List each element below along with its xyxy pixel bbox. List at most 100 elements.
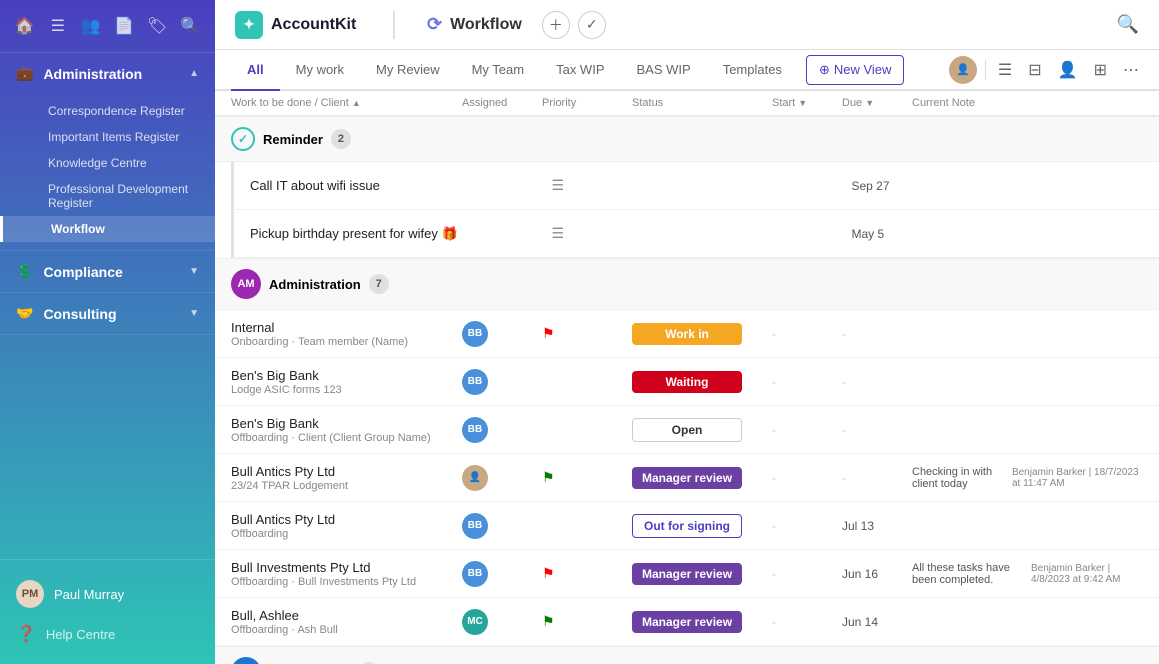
priority-cell: ⚑ [542, 613, 632, 630]
group-header-bookkeeping[interactable]: BK Bookkeeping 2 [215, 646, 1159, 664]
tab-bas-wip[interactable]: BAS WIP [621, 50, 707, 91]
table-row: Bull Antics Pty Ltd 23/24 TPAR Lodgement… [215, 454, 1159, 502]
start-cell: - [772, 375, 842, 389]
handshake-icon: 🤝 [16, 305, 33, 322]
priority-cell: ☰ [552, 177, 642, 194]
flag-green-icon-2: ⚑ [542, 613, 555, 630]
sidebar-item-knowledge-centre[interactable]: Knowledge Centre [0, 150, 215, 176]
group-label-administration: Administration [269, 277, 361, 292]
tab-all[interactable]: All [231, 50, 280, 91]
assignee-avatar: BB [462, 321, 488, 347]
document-icon[interactable]: 📄 [110, 12, 138, 40]
flag-green-icon: ⚑ [542, 469, 555, 486]
tab-my-work[interactable]: My work [280, 50, 360, 91]
group-header-administration[interactable]: AM Administration 7 [215, 258, 1159, 310]
due-cell: Jul 13 [842, 519, 912, 533]
status-cell[interactable]: Manager review [632, 563, 772, 585]
new-view-button[interactable]: ⊕ New View [806, 55, 904, 85]
sidebar-bottom: PM Paul Murray ❓ Help Centre [0, 559, 215, 664]
person-filter-icon[interactable]: 👤 [1054, 56, 1082, 84]
sidebar-section-header-compliance[interactable]: 💲 Compliance ▼ [0, 251, 215, 292]
assignee-avatar: BB [462, 513, 488, 539]
sidebar-item-professional-dev[interactable]: Professional Development Register [0, 176, 215, 216]
more-options-icon[interactable]: ⋯ [1119, 56, 1143, 84]
sidebar-item-correspondence-register[interactable]: Correspondence Register [0, 98, 215, 124]
work-name: Bull Antics Pty Ltd 23/24 TPAR Lodgement [231, 464, 462, 492]
view-toggle-icon[interactable]: ☰ [994, 56, 1016, 84]
search-button[interactable]: 🔍 [1117, 14, 1139, 35]
sidebar-section-header-consulting[interactable]: 🤝 Consulting ▼ [0, 293, 215, 334]
work-name: Ben's Big Bank Lodge ASIC forms 123 [231, 368, 462, 396]
col-assigned: Assigned [462, 97, 542, 109]
work-name: Bull Investments Pty Ltd Offboarding · B… [231, 560, 462, 588]
table-row: Call IT about wifi issue ☰ Sep 27 [231, 162, 1159, 210]
due-cell: Sep 27 [852, 179, 922, 193]
priority-cell: ⚑ [542, 325, 632, 342]
col-work[interactable]: Work to be done / Client ▲ [231, 97, 462, 109]
group-count-administration: 7 [369, 274, 389, 294]
sidebar-item-important-items[interactable]: Important Items Register [0, 124, 215, 150]
due-cell: - [842, 423, 912, 437]
list-icon[interactable]: ☰ [44, 12, 72, 40]
module-title: Workflow [450, 16, 522, 34]
start-cell: - [772, 423, 842, 437]
sidebar-top-icons: 🏠 ☰ 👥 📄 🏷 🔍 [0, 0, 215, 53]
status-badge[interactable]: Manager review [632, 611, 742, 633]
status-cell[interactable]: Open [632, 418, 772, 442]
col-due[interactable]: Due▼ [842, 97, 912, 109]
status-badge[interactable]: Waiting [632, 371, 742, 393]
work-name: Call IT about wifi issue [250, 178, 472, 193]
status-badge[interactable]: Manager review [632, 563, 742, 585]
people-icon[interactable]: 👥 [77, 12, 105, 40]
app-name: AccountKit [271, 16, 356, 34]
assignee-cell: BB [462, 417, 542, 443]
list-task-icon: ☰ [552, 177, 565, 194]
work-name: Pickup birthday present for wifey 🎁 [250, 226, 472, 242]
assignee-cell: BB [462, 561, 542, 587]
due-cell: Jun 14 [842, 615, 912, 629]
status-cell[interactable]: Out for signing [632, 514, 772, 538]
list-task-icon-2: ☰ [552, 225, 565, 242]
sidebar-section-consulting: 🤝 Consulting ▼ [0, 293, 215, 335]
status-cell[interactable]: Waiting [632, 371, 772, 393]
col-status: Status [632, 97, 772, 109]
assignee-avatar: BB [462, 417, 488, 443]
start-cell: - [772, 567, 842, 581]
tab-templates[interactable]: Templates [707, 50, 798, 91]
status-cell[interactable]: Manager review [632, 467, 772, 489]
status-cell[interactable]: Work in [632, 323, 772, 345]
status-badge[interactable]: Open [632, 418, 742, 442]
add-button[interactable]: ＋ [542, 11, 570, 39]
tab-my-team[interactable]: My Team [456, 50, 541, 91]
status-badge[interactable]: Manager review [632, 467, 742, 489]
search-icon[interactable]: 🔍 [176, 12, 204, 40]
due-cell: - [842, 327, 912, 341]
col-start[interactable]: Start▼ [772, 97, 842, 109]
reminder-label: Reminder [263, 132, 323, 147]
user-avatar-tabs: 👤 [949, 56, 977, 84]
columns-icon[interactable]: ⊞ [1090, 56, 1111, 84]
status-badge[interactable]: Out for signing [632, 514, 742, 538]
due-cell: May 5 [852, 227, 922, 241]
user-avatar: PM [16, 580, 44, 608]
tab-tax-wip[interactable]: Tax WIP [540, 50, 620, 91]
assignee-avatar: 👤 [462, 465, 488, 491]
home-icon[interactable]: 🏠 [11, 12, 39, 40]
tab-my-review[interactable]: My Review [360, 50, 456, 91]
user-profile[interactable]: PM Paul Murray [16, 572, 199, 616]
status-badge[interactable]: Work in [632, 323, 742, 345]
group-header-reminder[interactable]: ✓ Reminder 2 [215, 116, 1159, 162]
sidebar-section-header-administration[interactable]: 💼 Administration ▲ [0, 53, 215, 94]
dollar-icon: 💲 [16, 263, 33, 280]
tag-icon[interactable]: 🏷 [143, 12, 171, 40]
sidebar-item-workflow[interactable]: Workflow [0, 216, 215, 242]
start-cell: - [772, 519, 842, 533]
filter-icon[interactable]: ⊟ [1024, 56, 1045, 84]
assignee-cell: BB [462, 321, 542, 347]
check-button[interactable]: ✓ [578, 11, 606, 39]
status-cell[interactable]: Manager review [632, 611, 772, 633]
chevron-up-icon: ▲ [189, 68, 199, 79]
col-note: Current Note [912, 97, 1143, 109]
reminder-check-icon: ✓ [231, 127, 255, 151]
help-centre-link[interactable]: ❓ Help Centre [16, 616, 199, 652]
